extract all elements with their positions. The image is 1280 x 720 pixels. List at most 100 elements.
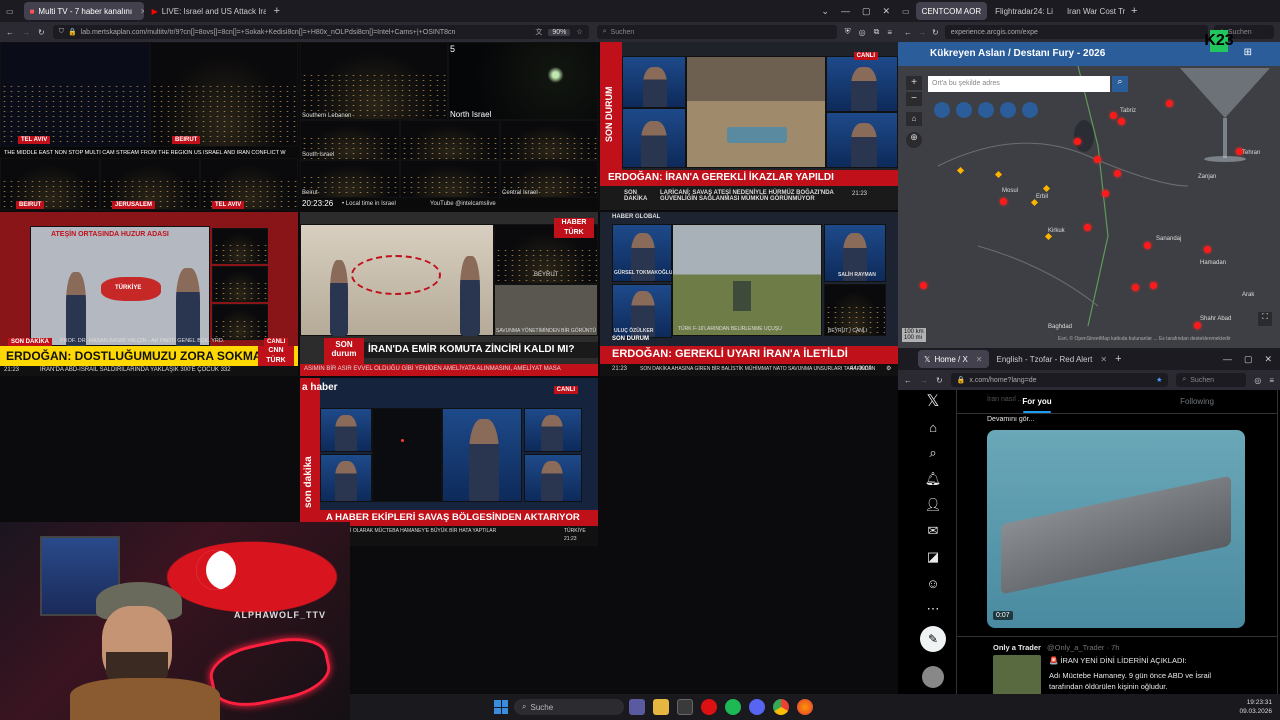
- strike-marker[interactable]: [1114, 170, 1121, 177]
- cam-grid-tel-aviv[interactable]: TEL AVIV BEIRUT THE MIDDLE EAST NON STOP…: [0, 42, 298, 210]
- tab-list-icon[interactable]: ▭: [6, 7, 14, 16]
- close-tab-icon[interactable]: ✕: [976, 355, 983, 364]
- tab-multitv[interactable]: ■ Multi TV - 7 haber kanalını ✕: [23, 2, 144, 20]
- strike-marker[interactable]: [1132, 284, 1139, 291]
- search-input[interactable]: ⌕ Suchen: [596, 25, 837, 39]
- chrome-icon[interactable]: [773, 699, 789, 715]
- zoom-level[interactable]: 90%: [548, 28, 571, 36]
- x-logo-icon[interactable]: 𝕏: [924, 392, 942, 410]
- notifications-bell-icon[interactable]: 🔔︎: [924, 470, 942, 488]
- extensions-icon[interactable]: ⧉: [874, 27, 880, 37]
- strike-marker[interactable]: [1110, 112, 1117, 119]
- file-explorer-icon[interactable]: [653, 699, 669, 715]
- back-icon[interactable]: ←: [6, 28, 14, 37]
- tab-home-x[interactable]: 𝕏 Home / X ✕: [918, 350, 989, 368]
- new-tab-icon[interactable]: +: [1115, 353, 1121, 365]
- news-tile-ahaber[interactable]: son dakika a haber CANLI A HABER EKİPLER…: [300, 378, 598, 546]
- maximize-icon[interactable]: ▢: [1244, 354, 1253, 365]
- bookmark-star-icon[interactable]: ★: [1156, 376, 1162, 384]
- post[interactable]: Only a Trader @Only_a_Trader · 7h 🚨 İRAN…: [957, 636, 1277, 694]
- news-tile-1[interactable]: SON DURUM CANLI ERDOĞAN: İRAN'A GEREKLİ …: [600, 42, 898, 210]
- minimize-icon[interactable]: —: [1223, 354, 1232, 365]
- new-tab-icon[interactable]: +: [1131, 5, 1137, 17]
- account-icon[interactable]: ◎: [859, 28, 866, 37]
- strike-marker[interactable]: [1166, 100, 1173, 107]
- strike-marker[interactable]: [1074, 138, 1081, 145]
- close-window-icon[interactable]: ✕: [882, 6, 890, 17]
- strike-marker[interactable]: [1102, 190, 1109, 197]
- grok-icon[interactable]: ◪: [924, 548, 942, 566]
- search-input[interactable]: ⌕ Suchen: [1176, 373, 1247, 387]
- windows-start-icon[interactable]: [494, 700, 508, 714]
- forward-icon[interactable]: →: [918, 28, 926, 37]
- discord-icon[interactable]: [749, 699, 765, 715]
- strike-marker[interactable]: [920, 282, 927, 289]
- minimize-icon[interactable]: —: [841, 6, 850, 17]
- post-author[interactable]: Only a Trader: [993, 643, 1041, 652]
- compass-button[interactable]: ⊕: [906, 132, 922, 148]
- bookmark-star-icon[interactable]: ☆: [576, 28, 582, 36]
- basemap-tool-icon[interactable]: [978, 102, 994, 118]
- strike-marker[interactable]: [1204, 246, 1211, 253]
- close-tab-icon[interactable]: ✕: [140, 7, 143, 16]
- tab-flightradar[interactable]: Flightradar24: Li: [989, 2, 1059, 20]
- strike-marker[interactable]: [1144, 242, 1151, 249]
- strike-marker[interactable]: [1094, 156, 1101, 163]
- new-tab-icon[interactable]: +: [274, 5, 280, 17]
- map-search-button[interactable]: ⌕: [1112, 76, 1128, 92]
- cam-grid-israel[interactable]: 5 North Israel Southern Lebanon South Is…: [300, 42, 598, 210]
- system-clock[interactable]: 19:23:31 09.03.2026: [1239, 698, 1272, 716]
- more-icon[interactable]: ⋯: [924, 600, 942, 618]
- messages-icon[interactable]: ✉: [924, 522, 942, 540]
- strike-marker[interactable]: [1000, 198, 1007, 205]
- reload-icon[interactable]: ↻: [936, 376, 943, 385]
- tab-iran-war-cost[interactable]: Iran War Cost Tr: [1061, 2, 1129, 20]
- profile-icon[interactable]: ☺: [924, 574, 942, 592]
- firefox-icon[interactable]: [797, 699, 813, 715]
- news-tile-cnn[interactable]: ATEŞİN ORTASINDA HUZUR ADASI TÜRKİYE PRO…: [0, 212, 298, 376]
- list-all-tabs-icon[interactable]: ⌄: [821, 6, 829, 17]
- strike-marker[interactable]: [1084, 224, 1091, 231]
- address-search-input[interactable]: Ort'a bu şekilde adres: [928, 76, 1110, 92]
- forward-icon[interactable]: →: [22, 28, 30, 37]
- print-tool-icon[interactable]: [1022, 102, 1038, 118]
- pocket-icon[interactable]: ⛨: [845, 27, 851, 37]
- spotify-icon[interactable]: [725, 699, 741, 715]
- tab-live-israel[interactable]: ▶ LIVE: Israel and US Attack Iran - ✕: [146, 2, 266, 20]
- tab-list-icon[interactable]: ▭: [902, 7, 910, 16]
- home-button[interactable]: ⌂: [906, 112, 922, 126]
- post-button[interactable]: ✎: [920, 626, 946, 652]
- account-icon[interactable]: ◎: [1254, 376, 1261, 385]
- terminal-icon[interactable]: [677, 699, 693, 715]
- post-avatar[interactable]: [993, 655, 1041, 694]
- strike-marker[interactable]: [1118, 118, 1125, 125]
- translate-icon[interactable]: 文: [535, 27, 542, 37]
- close-tab-icon[interactable]: ✕: [1100, 355, 1107, 364]
- reload-icon[interactable]: ↻: [932, 28, 939, 37]
- settings-gear-icon[interactable]: ⚙: [886, 365, 891, 372]
- tab-following[interactable]: Following: [1117, 390, 1277, 413]
- layers-tool-icon[interactable]: [956, 102, 972, 118]
- address-bar[interactable]: ⛉ 🔒 lab.mertskaplan.com/multitv/tr/9?cn[…: [52, 25, 589, 39]
- address-bar[interactable]: 🔒 x.com/home?lang=de ★: [950, 373, 1169, 387]
- user-avatar[interactable]: [922, 666, 944, 688]
- maximize-icon[interactable]: ▢: [862, 6, 871, 17]
- news-tile-haberglobal[interactable]: HABER GLOBAL GÜRSEL TOKMAKOĞLU ULUÇ ÖZÜL…: [600, 212, 898, 376]
- opera-icon[interactable]: [701, 699, 717, 715]
- follow-user-icon[interactable]: 👤︎: [924, 496, 942, 514]
- task-view-icon[interactable]: [629, 699, 645, 715]
- video-player[interactable]: 0:07: [987, 430, 1245, 628]
- zoom-out-button[interactable]: −: [906, 92, 922, 106]
- forward-icon[interactable]: →: [920, 376, 928, 385]
- back-icon[interactable]: ←: [904, 28, 912, 37]
- address-bar[interactable]: experience.arcgis.com/expe: [944, 25, 1208, 39]
- zoom-in-button[interactable]: +: [906, 76, 922, 90]
- menu-icon[interactable]: ≡: [887, 28, 892, 37]
- explore-search-icon[interactable]: ⌕: [924, 444, 942, 462]
- news-tile-haberturk[interactable]: BEYRUT SAVUNMA YÖNETİMİNDEN BİR GÖRÜNTÜ …: [300, 212, 598, 376]
- reload-icon[interactable]: ↻: [38, 28, 45, 37]
- home-icon[interactable]: ⌂: [924, 418, 942, 436]
- strike-marker[interactable]: [1194, 322, 1201, 329]
- back-icon[interactable]: ←: [904, 376, 912, 385]
- fullscreen-button[interactable]: ⛶: [1258, 312, 1272, 326]
